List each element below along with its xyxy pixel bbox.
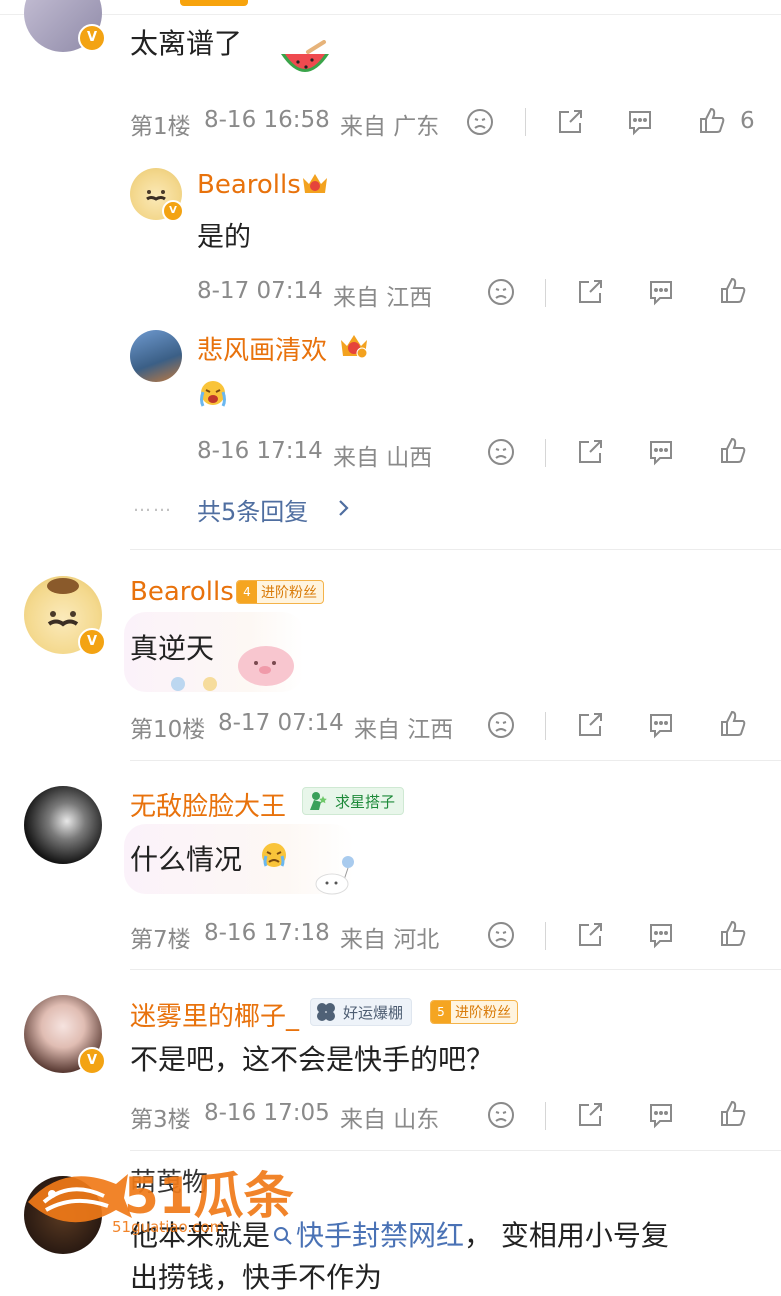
floor-number: 第3楼 [130,1107,191,1133]
share-icon[interactable] [575,920,605,950]
reply-time: 8-17 07:14 [197,278,323,304]
comment-username[interactable]: 迷雾里的椰子_ [130,996,299,1033]
clover-icon [317,1003,335,1021]
fan-level: 5 [431,1001,451,1023]
comment-time: 8-16 17:05 [204,1100,330,1126]
verified-badge-icon: V [78,1047,106,1075]
crown-badge-icon [338,329,370,361]
fan-level-badge: 4 进阶粉丝 [236,580,324,604]
reply-location: 来自 江西 [333,285,433,311]
comment-icon[interactable] [625,107,655,137]
divider [130,549,781,550]
crown-badge-icon [300,168,330,198]
badge-text: 求星搭子 [335,792,396,811]
crying-emoji-icon [258,840,290,870]
divider [130,1150,781,1151]
separator [525,108,526,136]
search-link-text[interactable]: 快手封禁网红 [296,1219,464,1252]
separator [545,279,546,307]
share-icon[interactable] [575,277,605,307]
avatar[interactable] [24,786,102,864]
dislike-icon[interactable] [465,107,495,137]
reply-avatar[interactable] [130,330,182,382]
reply-username[interactable]: 悲风画清欢 [197,330,327,367]
lucky-badge: 好运爆棚 [310,998,413,1026]
separator [545,712,546,740]
figure-icon [310,792,327,810]
like-icon[interactable] [718,1099,748,1129]
comment-content: 不是吧，这不会是快手的吧？ [130,1043,495,1076]
comment-location: 来自 江西 [354,717,454,743]
share-icon[interactable] [575,710,605,740]
floor-number: 第7楼 [130,927,191,953]
verified-badge-icon: V [162,200,184,222]
dislike-icon[interactable] [486,437,516,467]
fan-badge-text: 进阶粉丝 [455,1005,511,1021]
watermark-url: 51guatiao.com [112,1218,225,1236]
content-suffix: ， 变相用小号复 [464,1219,669,1252]
divider [130,760,781,761]
floor-number: 第1楼 [130,114,191,140]
tab-indicator [180,0,248,6]
comment-username[interactable]: Bearolls [130,577,234,607]
comment-location: 来自 山东 [340,1107,440,1133]
separator [545,1102,546,1130]
comment-username[interactable]: 无敌脸脸大王 [130,786,286,823]
like-icon[interactable] [718,276,748,306]
watermark-logo: 51瓜条 51guatiao.com [24,1158,304,1238]
like-icon[interactable] [718,709,748,739]
share-icon[interactable] [575,1100,605,1130]
separator [545,439,546,467]
fan-level: 4 [237,581,257,603]
watermelon-emoji-icon [278,40,332,84]
crying-emoji-icon [197,378,229,408]
dislike-icon[interactable] [486,920,516,950]
top-bar [0,0,781,15]
comment-time: 8-16 16:58 [204,107,330,133]
comment-icon[interactable] [646,437,676,467]
reply-location: 来自 山西 [333,445,433,471]
badge-text: 好运爆棚 [343,1003,404,1022]
comment-content-line2: 出捞钱，快手不作为 [130,1261,383,1294]
comment-content: 什么情况 [130,843,243,876]
comment-location: 来自 河北 [340,927,440,953]
separator [545,922,546,950]
comment-icon[interactable] [646,277,676,307]
decoration-icon [168,672,228,692]
share-icon[interactable] [555,107,585,137]
dislike-icon[interactable] [486,710,516,740]
star-seeker-badge: 求星搭子 [302,787,405,815]
comment-icon[interactable] [646,1100,676,1130]
pig-sticker-icon [234,636,298,688]
comment-time: 8-17 07:14 [218,710,344,736]
comment-icon[interactable] [646,710,676,740]
bunny-sticker-icon [300,852,364,896]
reply-username[interactable]: Bearolls [197,170,301,200]
fan-level-badge: 5 进阶粉丝 [430,1000,518,1024]
reply-content: 是的 [197,222,251,253]
view-more-replies-link[interactable]: 共5条回复 [197,492,308,527]
comment-icon[interactable] [646,920,676,950]
fan-badge-text: 进阶粉丝 [261,585,317,601]
like-icon[interactable] [718,919,748,949]
dislike-icon[interactable] [486,1100,516,1130]
chevron-right-icon[interactable] [336,497,352,519]
reply-time: 8-16 17:14 [197,438,323,464]
divider [130,969,781,970]
verified-badge-icon: V [78,628,106,656]
comment-time: 8-16 17:18 [204,920,330,946]
like-icon[interactable] [718,436,748,466]
comment-content: 太离谱了 [130,27,243,60]
floor-number: 第10楼 [130,717,206,743]
more-dots: …… [133,495,173,516]
dislike-icon[interactable] [486,277,516,307]
comment-content: 真逆天 [130,632,215,665]
like-count: 6 [740,108,755,134]
like-icon[interactable] [697,106,727,136]
comment-location: 来自 广东 [340,114,440,140]
share-icon[interactable] [575,437,605,467]
verified-badge-icon: V [78,24,106,52]
